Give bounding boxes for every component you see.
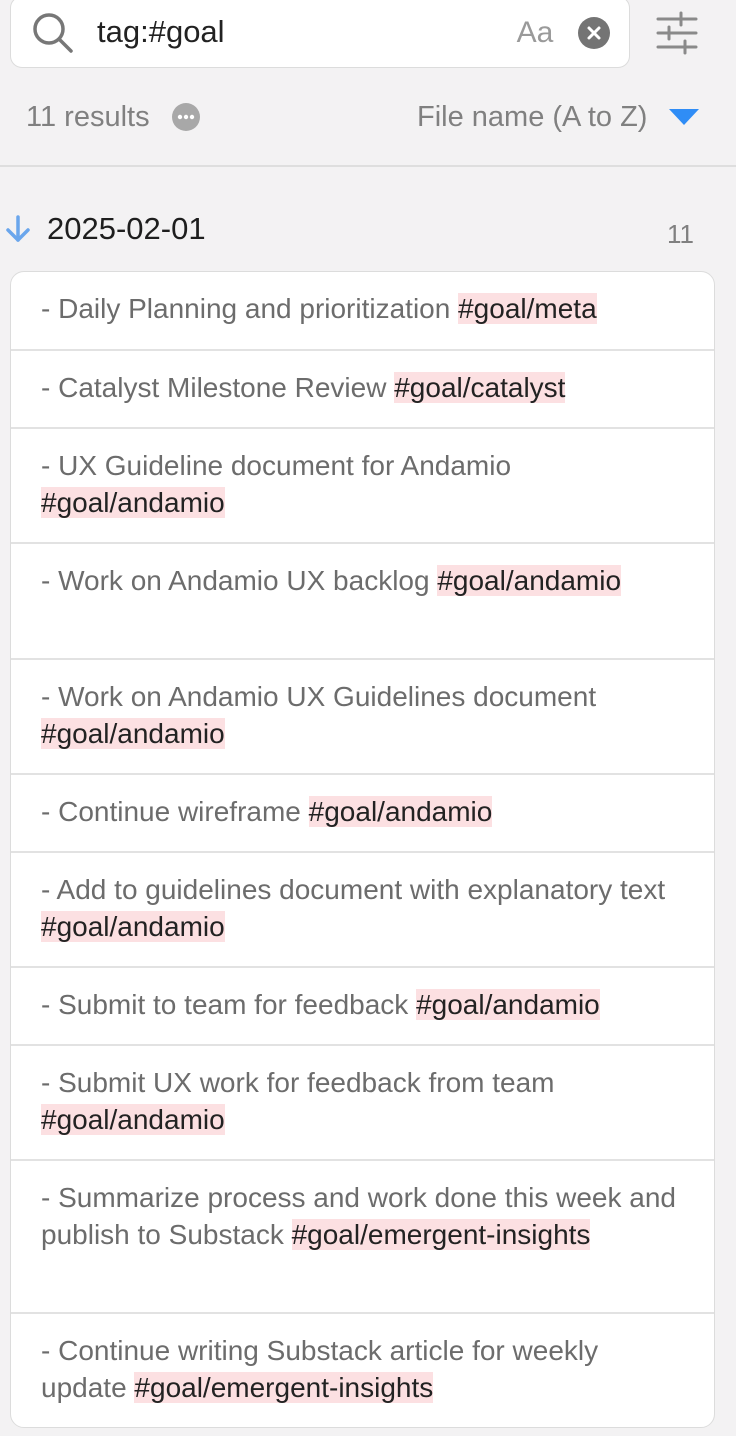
result-item[interactable]: - Daily Planning and prioritization #goa… [11,272,714,351]
result-item[interactable]: - Continue writing Substack article for … [11,1314,714,1427]
result-text: - Add to guidelines document with explan… [41,874,666,905]
result-item[interactable]: - Work on Andamio UX backlog #goal/andam… [11,544,714,660]
results-list: - Daily Planning and prioritization #goa… [10,271,715,1428]
result-item[interactable]: - UX Guideline document for Andamio #goa… [11,429,714,544]
arrow-down-icon[interactable] [4,214,32,244]
result-item[interactable]: - Submit UX work for feedback from team … [11,1046,714,1161]
match-case-toggle[interactable]: Aa [505,11,565,55]
sort-order-select[interactable]: File name (A to Z) [417,98,647,136]
result-item[interactable]: - Continue wireframe #goal/andamio [11,775,714,853]
tag-highlight: #goal/andamio [416,989,600,1020]
file-group-title[interactable]: 2025-02-01 [47,208,206,250]
result-text: - Catalyst Milestone Review [41,372,395,403]
result-text: - Continue wireframe [41,796,309,827]
result-text: - Work on Andamio UX backlog [41,565,438,596]
tag-highlight: #goal/catalyst [394,372,566,403]
result-text: - Submit UX work for feedback from team [41,1067,555,1098]
result-text: - Work on Andamio UX Guidelines document [41,681,597,712]
tag-highlight: #goal/andamio [308,796,493,827]
tag-highlight: #goal/andamio [437,565,622,596]
search-icon [33,13,73,53]
file-match-count: 11 [667,219,694,249]
search-panel: Aa 11 results File name (A to Z) 2025-02… [0,0,736,1436]
more-horizontal-icon[interactable] [172,103,200,131]
tag-highlight: #goal/andamio [41,911,225,942]
tag-highlight: #goal/andamio [41,718,225,749]
result-item[interactable]: - Work on Andamio UX Guidelines document… [11,660,714,775]
tag-highlight: #goal/andamio [41,487,225,518]
tag-highlight: #goal/meta [458,293,597,324]
result-item[interactable]: - Submit to team for feedback #goal/anda… [11,968,714,1046]
result-text: - Daily Planning and prioritization [41,293,459,324]
result-text: - Submit to team for feedback [41,989,417,1020]
result-item[interactable]: - Summarize process and work done this w… [11,1161,714,1314]
tag-highlight: #goal/emergent-insights [134,1372,434,1403]
sliders-icon[interactable] [654,10,700,56]
result-text: - UX Guideline document for Andamio [41,450,512,481]
divider [0,165,736,167]
result-item[interactable]: - Add to guidelines document with explan… [11,853,714,968]
result-count: 11 results [26,101,150,133]
caret-down-icon[interactable] [668,108,700,126]
search-input[interactable] [97,9,477,55]
tag-highlight: #goal/emergent-insights [291,1219,591,1250]
search-box[interactable]: Aa [10,0,630,68]
result-item[interactable]: - Catalyst Milestone Review #goal/cataly… [11,351,714,429]
tag-highlight: #goal/andamio [41,1104,225,1135]
close-circle-icon[interactable] [578,17,610,49]
